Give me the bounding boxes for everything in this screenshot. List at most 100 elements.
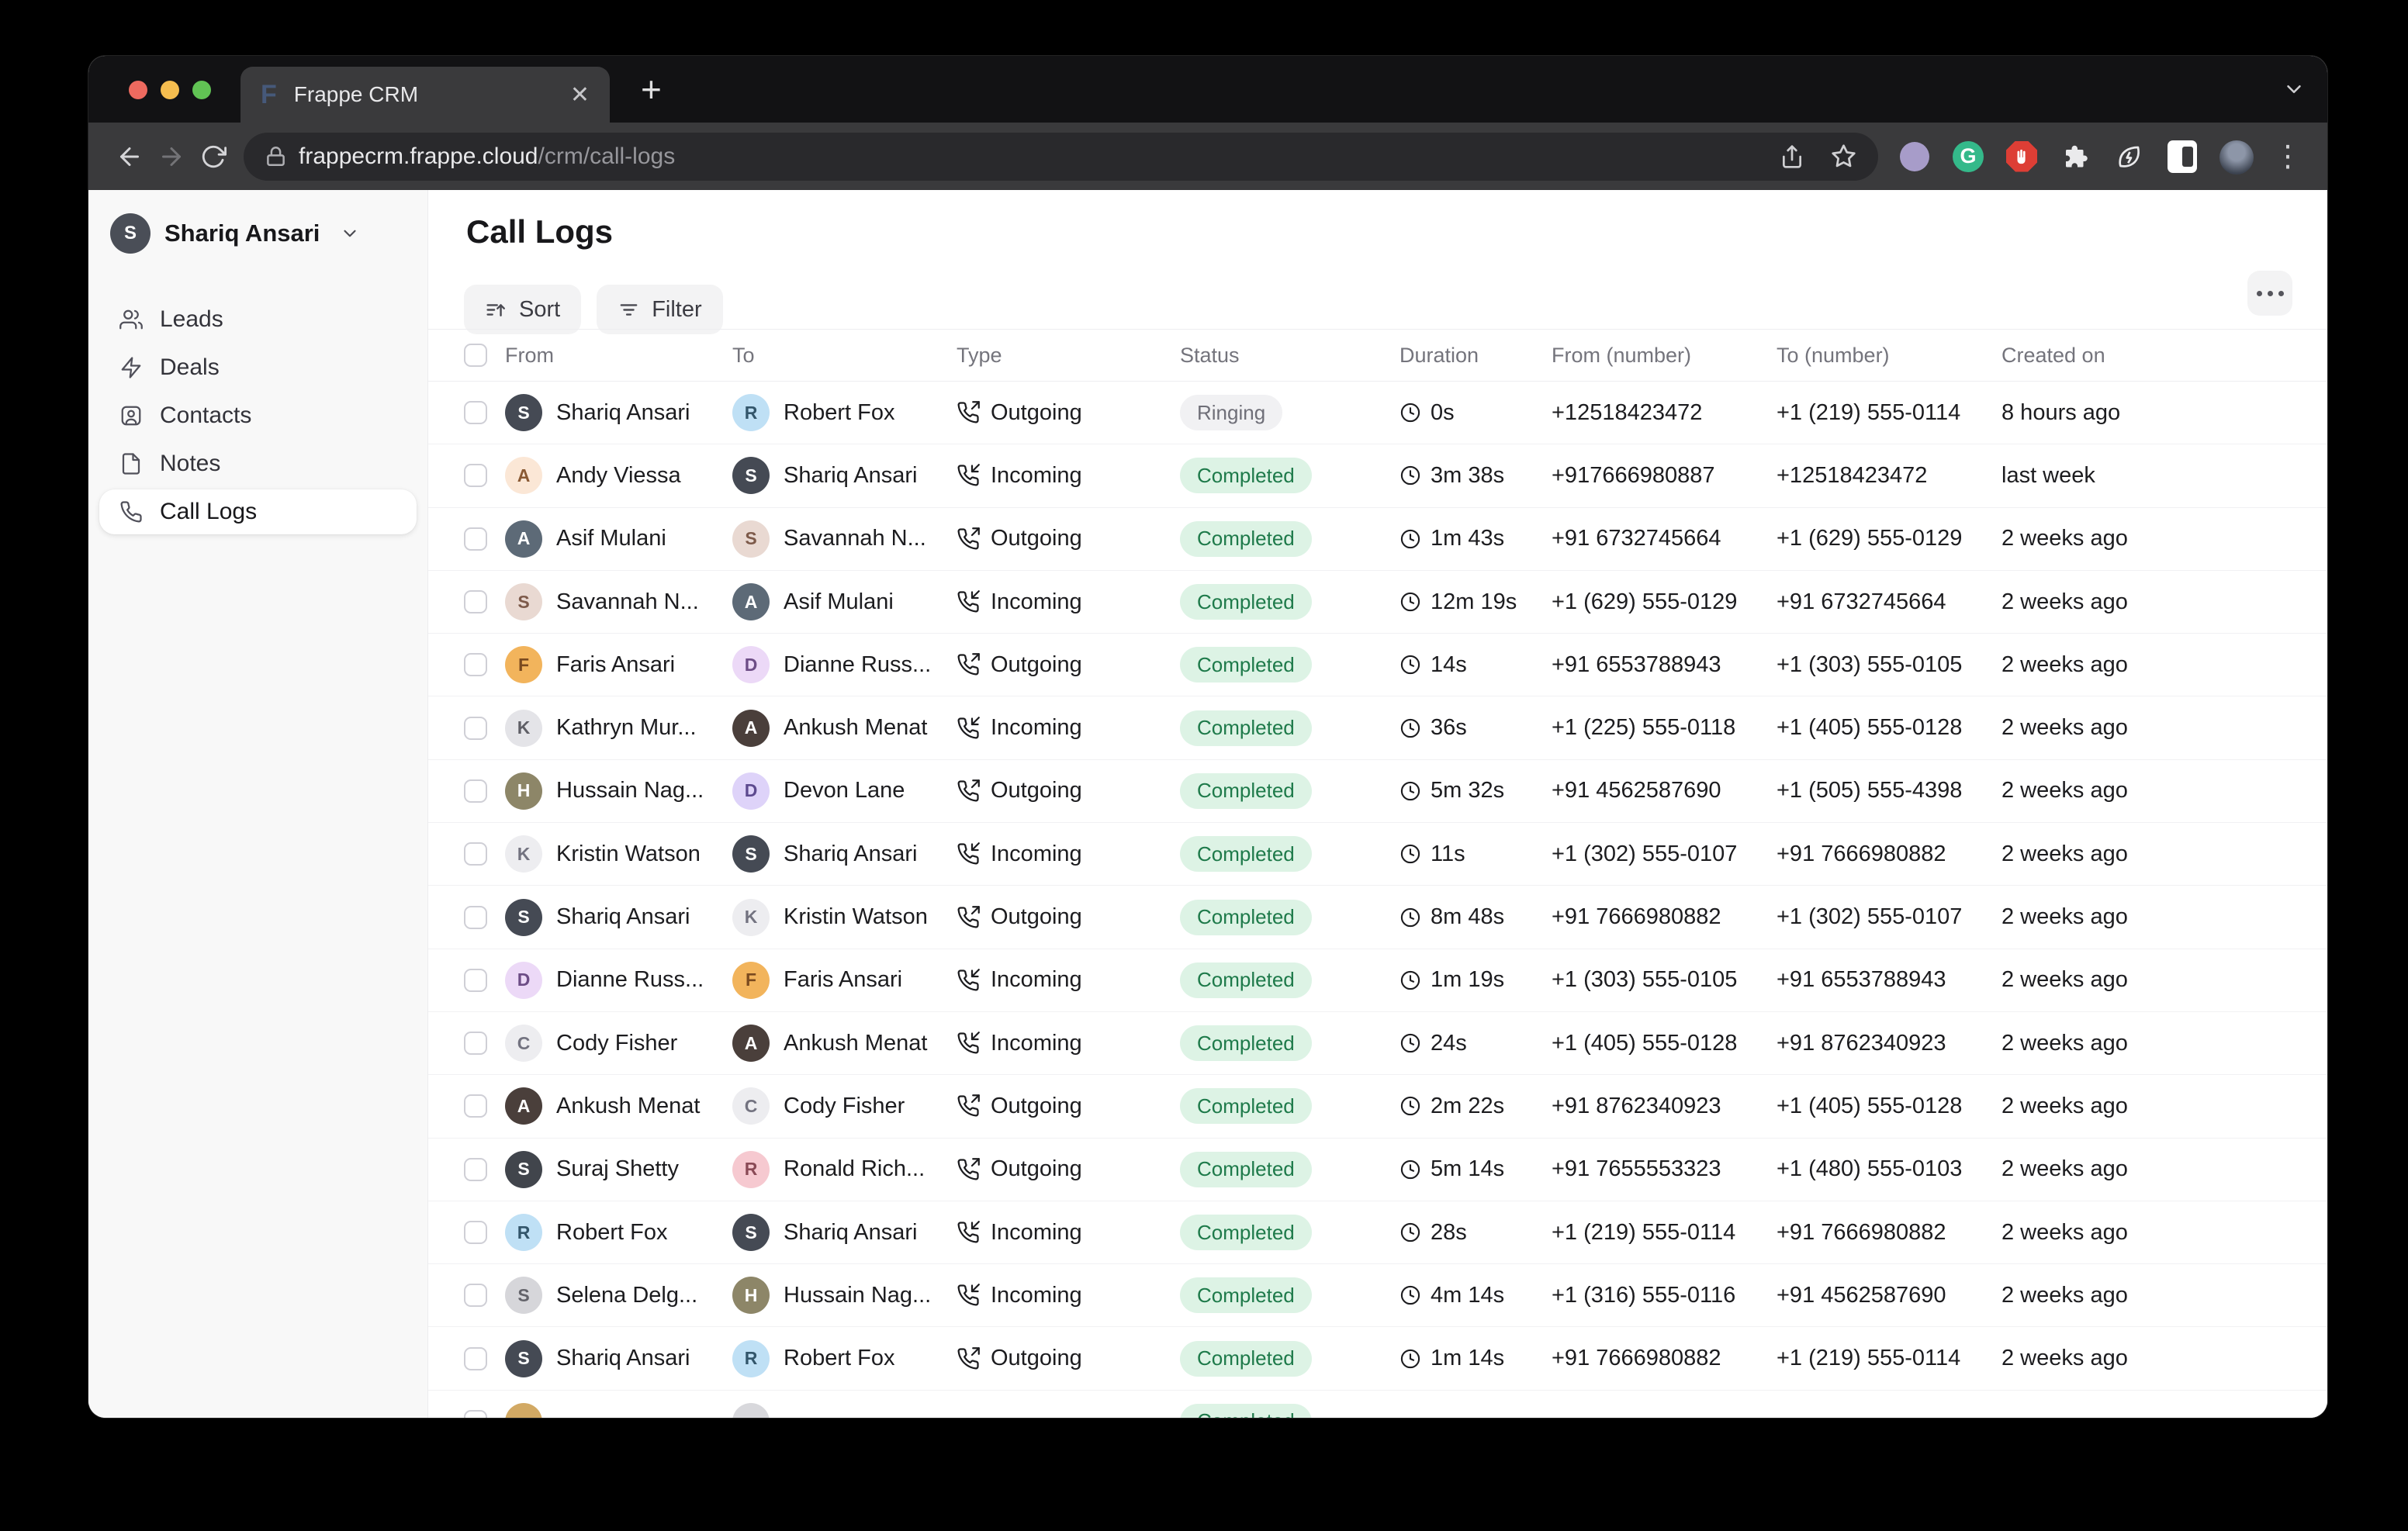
close-window-button[interactable] (129, 81, 147, 99)
reload-button[interactable] (192, 136, 234, 178)
row-checkbox[interactable] (464, 464, 487, 487)
sort-button[interactable]: Sort (464, 285, 581, 334)
more-options-button[interactable] (2247, 271, 2292, 316)
row-checkbox[interactable] (464, 1410, 487, 1418)
sidebar-item-leads[interactable]: Leads (99, 297, 417, 342)
status-badge: Completed (1180, 647, 1312, 683)
row-checkbox[interactable] (464, 1221, 487, 1244)
leaf-extension-icon[interactable] (2112, 140, 2145, 173)
row-checkbox[interactable] (464, 906, 487, 929)
table-row[interactable]: RRobert Fox SShariq Ansari Incoming Comp… (428, 1201, 2327, 1264)
avatar: H (732, 1277, 770, 1314)
table-row[interactable]: SShariq Ansari KKristin Watson Outgoing … (428, 886, 2327, 949)
table-row[interactable]: AAnkush Menat CCody Fisher Outgoing Comp… (428, 1075, 2327, 1138)
row-checkbox[interactable] (464, 527, 487, 551)
tab-title: Frappe CRM (294, 82, 418, 107)
table-row[interactable]: SSelena Delg... HHussain Nag... Incoming… (428, 1264, 2327, 1327)
row-checkbox[interactable] (464, 401, 487, 424)
table-row[interactable]: CCody Fisher AAnkush Menat Incoming Comp… (428, 1012, 2327, 1075)
call-type: Incoming (991, 589, 1082, 615)
row-checkbox[interactable] (464, 1284, 487, 1307)
status-badge: Completed (1180, 710, 1312, 746)
row-checkbox[interactable] (464, 1094, 487, 1118)
status-badge: Ringing (1180, 395, 1282, 430)
row-checkbox[interactable] (464, 1032, 487, 1055)
duration: 24s (1431, 1031, 1467, 1056)
user-avatar: S (110, 213, 150, 254)
table-row[interactable]: SShariq Ansari RRobert Fox Outgoing Comp… (428, 1327, 2327, 1390)
tab-search-chevron-icon[interactable] (2282, 78, 2306, 105)
table-row[interactable]: AAndy Viessa SShariq Ansari Incoming Com… (428, 444, 2327, 507)
table-row[interactable]: KKristin Watson SShariq Ansari Incoming … (428, 823, 2327, 886)
grammarly-extension-icon[interactable]: G (1952, 140, 1984, 173)
status-badge: Completed (1180, 900, 1312, 935)
duration: 4m 14s (1431, 1283, 1504, 1308)
select-all-checkbox[interactable] (464, 344, 487, 367)
avatar: R (505, 1214, 542, 1251)
duration: 14s (1431, 652, 1467, 678)
zoom-window-button[interactable] (192, 81, 211, 99)
back-button[interactable] (109, 136, 150, 178)
browser-menu-icon[interactable]: ⋮ (2273, 142, 2302, 171)
browser-tab[interactable]: F Frappe CRM ✕ (240, 67, 610, 123)
row-checkbox[interactable] (464, 969, 487, 992)
table-row[interactable]: FFaris Ansari DDianne Russ... Outgoing C… (428, 634, 2327, 696)
call-type: Incoming (991, 715, 1082, 741)
profile-avatar[interactable] (2219, 140, 2252, 173)
sidebar-item-contacts[interactable]: Contacts (99, 393, 417, 438)
to-name: Cody Fisher (784, 1094, 917, 1119)
to-number: +1 (405) 555-0128 (1777, 715, 1962, 740)
column-header-status: Status (1180, 344, 1240, 367)
row-checkbox[interactable] (464, 842, 487, 866)
status-badge: Completed (1180, 773, 1312, 809)
table-row[interactable]: KKathryn Mur... AAnkush Menat Incoming C… (428, 696, 2327, 759)
created-on: 2 weeks ago (2001, 652, 2128, 677)
extensions-puzzle-icon[interactable] (2059, 140, 2091, 173)
phone-incoming-icon (957, 717, 980, 740)
reader-sidebar-icon[interactable] (2166, 140, 2199, 173)
table-row[interactable]: SSavannah N... AAsif Mulani Incoming Com… (428, 571, 2327, 634)
address-bar[interactable]: frappecrm.frappe.cloud/crm/call-logs (244, 133, 1878, 181)
avatar: F (732, 962, 770, 999)
from-number: +1 (302) 555-0107 (1552, 842, 1737, 866)
to-name: Hussain Nag... (784, 1283, 943, 1308)
table-row[interactable]: SSuraj Shetty RRonald Rich... Outgoing C… (428, 1139, 2327, 1201)
filter-button[interactable]: Filter (597, 285, 722, 334)
row-checkbox[interactable] (464, 1158, 487, 1181)
sidebar-item-call-logs[interactable]: Call Logs (99, 489, 417, 534)
phone-outgoing-icon (957, 653, 980, 676)
clock-icon (1399, 1032, 1421, 1054)
bookmark-star-icon[interactable] (1831, 143, 1856, 169)
phone-incoming-icon (957, 464, 980, 487)
table-row[interactable]: Completed (428, 1391, 2327, 1418)
sidebar-item-deals[interactable]: Deals (99, 345, 417, 390)
adblock-extension-icon[interactable] (2005, 140, 2038, 173)
share-icon[interactable] (1780, 144, 1804, 169)
avatar: S (732, 457, 770, 494)
user-menu[interactable]: S Shariq Ansari (99, 212, 417, 255)
row-checkbox[interactable] (464, 717, 487, 740)
tab-close-icon[interactable]: ✕ (570, 81, 590, 109)
from-number: +1 (405) 555-0128 (1552, 1031, 1737, 1056)
minimize-window-button[interactable] (161, 81, 179, 99)
table-row[interactable]: SShariq Ansari RRobert Fox Outgoing Ring… (428, 382, 2327, 444)
table-row[interactable]: DDianne Russ... FFaris Ansari Incoming C… (428, 949, 2327, 1012)
extensions-bar: G ⋮ (1878, 140, 2307, 173)
call-type: Incoming (991, 1283, 1082, 1308)
sidebar-item-notes[interactable]: Notes (99, 441, 417, 486)
from-number: +1 (303) 555-0105 (1552, 967, 1737, 992)
row-checkbox[interactable] (464, 653, 487, 676)
row-checkbox[interactable] (464, 590, 487, 613)
call-type: Outgoing (991, 652, 1082, 678)
forward-button[interactable] (150, 136, 192, 178)
clock-icon (1399, 1284, 1421, 1306)
phone-outgoing-icon (957, 1094, 980, 1118)
from-number: +1 (629) 555-0129 (1552, 589, 1737, 614)
from-number: +91 7655553323 (1552, 1156, 1721, 1181)
table-row[interactable]: HHussain Nag... DDevon Lane Outgoing Com… (428, 760, 2327, 823)
new-tab-button[interactable]: + (641, 68, 662, 110)
row-checkbox[interactable] (464, 779, 487, 803)
row-checkbox[interactable] (464, 1347, 487, 1370)
github-extension-icon[interactable] (1898, 140, 1931, 173)
table-row[interactable]: AAsif Mulani SSavannah N... Outgoing Com… (428, 508, 2327, 571)
